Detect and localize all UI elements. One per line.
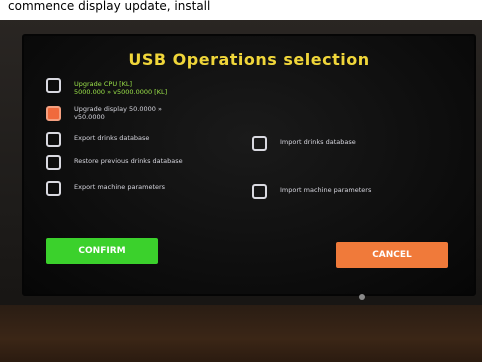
option-import-params[interactable]: Import machine parameters: [252, 184, 432, 204]
restore-drinks-checkbox[interactable]: [46, 155, 61, 170]
option-export-drinks[interactable]: Export drinks database: [46, 132, 216, 152]
import-drinks-label: Import drinks database: [280, 138, 356, 146]
status-led: [359, 294, 365, 300]
upgrade-cpu-label: Upgrade CPU [KL] 5000.000 » v5000.0000 […: [74, 80, 168, 96]
option-restore-drinks[interactable]: Restore previous drinks database: [46, 155, 236, 175]
export-params-label: Export machine parameters: [74, 183, 166, 191]
upgrade-cpu-checkbox[interactable]: [46, 78, 61, 93]
photo-caption: commence display update, install: [0, 0, 482, 20]
option-upgrade-cpu[interactable]: Upgrade CPU [KL] 5000.000 » v5000.0000 […: [46, 78, 216, 102]
screen-title: USB Operations selection: [128, 50, 370, 69]
upgrade-display-label: Upgrade display 50.0000 » v50.0000: [74, 105, 162, 121]
import-drinks-checkbox[interactable]: [252, 136, 267, 151]
confirm-button[interactable]: CONFIRM: [46, 238, 158, 264]
option-upgrade-display[interactable]: Upgrade display 50.0000 » v50.0000: [46, 104, 216, 128]
export-drinks-checkbox[interactable]: [46, 132, 61, 147]
touch-screen: USB Operations selection Upgrade CPU [KL…: [22, 34, 476, 296]
import-params-checkbox[interactable]: [252, 184, 267, 199]
cancel-button[interactable]: CANCEL: [336, 242, 448, 268]
export-drinks-label: Export drinks database: [74, 134, 150, 142]
import-params-label: Import machine parameters: [280, 186, 372, 194]
option-import-drinks[interactable]: Import drinks database: [252, 136, 422, 156]
upgrade-display-checkbox[interactable]: [46, 106, 61, 121]
option-export-params[interactable]: Export machine parameters: [46, 181, 216, 201]
export-params-checkbox[interactable]: [46, 181, 61, 196]
device-lower-panel: [0, 305, 482, 362]
restore-drinks-label: Restore previous drinks database: [74, 157, 183, 165]
